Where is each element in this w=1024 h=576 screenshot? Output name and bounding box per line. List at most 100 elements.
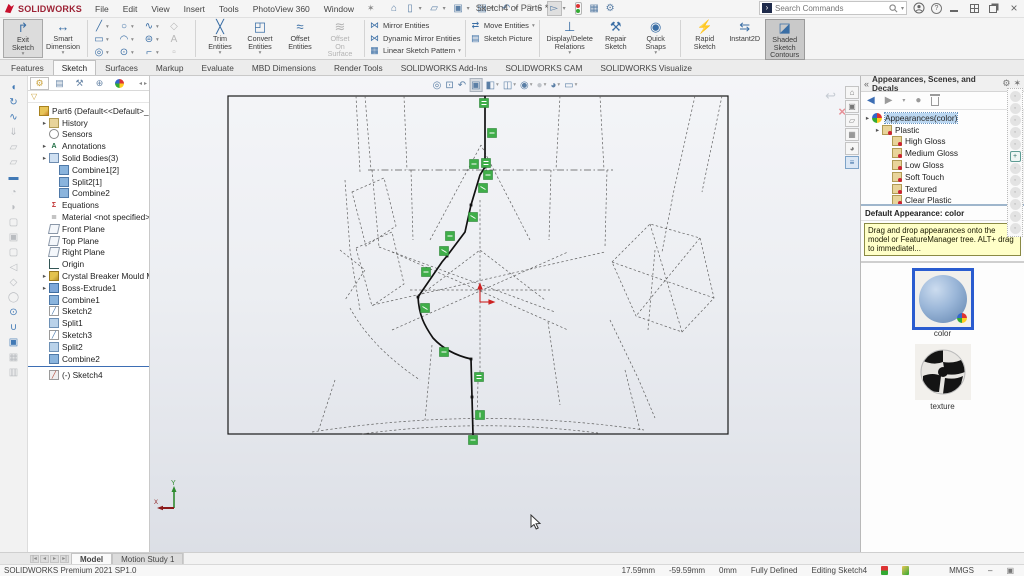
- tree-row[interactable]: ▸ Split1: [28, 317, 149, 329]
- convert-entities-button[interactable]: ◰Convert Entities▾: [240, 19, 280, 56]
- tool-icon[interactable]: ↻: [5, 95, 23, 109]
- new-document-icon[interactable]: ▯: [403, 1, 418, 16]
- ellipse-tool[interactable]: ⊜▾: [142, 33, 166, 46]
- fillet-tool[interactable]: ⌐▾: [142, 46, 166, 59]
- tool-icon[interactable]: ▢: [5, 245, 23, 259]
- tool-icon[interactable]: ▱: [5, 155, 23, 169]
- shaded-sketch-contours-button[interactable]: ◪Shaded Sketch Contours: [765, 19, 805, 60]
- tool-icon[interactable]: ◔: [5, 185, 23, 199]
- tree-row[interactable]: ▸ ≣ Material <not specified>: [28, 211, 149, 223]
- spline-tool[interactable]: ∿▾: [142, 20, 166, 33]
- menu-item[interactable]: Insert: [177, 4, 212, 14]
- tool-icon[interactable]: ∿: [5, 110, 23, 124]
- tree-row[interactable]: ▸ Front Plane: [28, 223, 149, 235]
- tool-icon[interactable]: ∪: [5, 320, 23, 334]
- sketch-canvas[interactable]: [150, 76, 860, 552]
- appearance-tree-row[interactable]: ▸ Clear Plastic: [861, 195, 1024, 206]
- tree-row[interactable]: ▸ ╱ Sketch3: [28, 329, 149, 341]
- exit-sketch-button[interactable]: ↱ Exit Sketch ▾: [3, 19, 43, 58]
- menu-item[interactable]: Window: [317, 4, 361, 14]
- search-scope-icon[interactable]: ›: [762, 3, 772, 13]
- command-tab[interactable]: SOLIDWORKS Add-Ins: [392, 60, 497, 75]
- model-tab[interactable]: Motion Study 1: [112, 553, 183, 564]
- tool-icon[interactable]: ▬: [5, 170, 23, 184]
- tree-row[interactable]: ▸ Combine2: [28, 353, 149, 365]
- command-tab[interactable]: Features: [2, 60, 53, 75]
- tool-icon[interactable]: ▢: [5, 215, 23, 229]
- menu-item[interactable]: Edit: [116, 4, 145, 14]
- command-tab[interactable]: SOLIDWORKS Visualize: [591, 60, 701, 75]
- tree-row[interactable]: ▸ Solid Bodies(3): [28, 152, 149, 164]
- move-crosshair-icon[interactable]: +: [1010, 151, 1021, 162]
- display-delete-relations-button[interactable]: ⊥Display/Delete Relations▾: [544, 19, 596, 56]
- pin-menu-icon[interactable]: ✶: [361, 3, 381, 14]
- color-appearance-thumb[interactable]: color: [915, 271, 971, 338]
- tool-icon[interactable]: ▦: [5, 350, 23, 364]
- appearance-tree-row[interactable]: ▸ Appearances(color): [861, 112, 1024, 124]
- search-commands-box[interactable]: › ▾: [759, 1, 907, 15]
- tree-row[interactable]: ▸ Boss-Extrude1: [28, 282, 149, 294]
- prev-tab-icon[interactable]: ◂: [40, 555, 49, 563]
- sketch-picture-button[interactable]: ▤Sketch Picture: [470, 33, 532, 44]
- tree-row[interactable]: [28, 366, 149, 369]
- minimize-icon[interactable]: [946, 1, 962, 15]
- tree-row[interactable]: ▸ Sensors: [28, 129, 149, 141]
- collapse-pane-icon[interactable]: «: [864, 79, 869, 89]
- horizontal-scroll-area[interactable]: [183, 553, 1024, 564]
- trim-entities-button[interactable]: ╳Trim Entities▾: [200, 19, 240, 56]
- select-dropdown[interactable]: ▾: [563, 5, 570, 12]
- open-icon[interactable]: ▱: [427, 1, 442, 16]
- tool-icon[interactable]: ◖: [5, 80, 23, 94]
- tab-displaymanager[interactable]: [110, 77, 129, 90]
- quick-tips-icon[interactable]: [902, 566, 909, 575]
- performance-feedback-icon[interactable]: [571, 1, 586, 16]
- linear-pattern-button[interactable]: ▦Linear Sketch Pattern▾: [369, 45, 461, 56]
- tab-dimxpertmanager[interactable]: ⊕: [90, 77, 109, 90]
- polygon-tool[interactable]: ◇: [167, 20, 191, 33]
- offset-entities-button[interactable]: ≈Offset Entities: [280, 19, 320, 50]
- slot-tool[interactable]: ◎▾: [92, 46, 116, 59]
- restore-icon[interactable]: [986, 1, 1002, 15]
- tree-row[interactable]: ▸ History: [28, 117, 149, 129]
- repair-sketch-button[interactable]: ⚒Repair Sketch: [596, 19, 636, 50]
- dynamic-mirror-button[interactable]: ⋈Dynamic Mirror Entities: [369, 33, 461, 44]
- tree-row[interactable]: ▸ ╱ Sketch2: [28, 306, 149, 318]
- search-input[interactable]: [775, 4, 886, 13]
- back-icon[interactable]: ◀: [867, 95, 875, 106]
- appearance-tree-row[interactable]: ▸ High Gloss: [861, 136, 1024, 148]
- units-dropdown[interactable]: –: [988, 566, 992, 575]
- appearance-tree-row[interactable]: ▸ Plastic: [861, 124, 1024, 136]
- command-tab[interactable]: Render Tools: [325, 60, 392, 75]
- confirmation-corner-icon[interactable]: ↩: [825, 88, 836, 104]
- command-tab[interactable]: Markup: [147, 60, 193, 75]
- login-user-icon[interactable]: [911, 1, 927, 15]
- tree-row[interactable]: ▸ Combine2: [28, 188, 149, 200]
- appearance-tree-row[interactable]: ▸ Low Gloss: [861, 159, 1024, 171]
- search-icon[interactable]: [889, 4, 898, 13]
- tool-icon[interactable]: ▣: [5, 335, 23, 349]
- texture-appearance-thumb[interactable]: texture: [915, 344, 971, 411]
- tree-row[interactable]: ▸ ╱ (-) Sketch4: [28, 370, 149, 382]
- tree-row[interactable]: ▸ Part6 (Default<<Default>_Display Sta: [28, 105, 149, 117]
- command-tab[interactable]: SOLIDWORKS CAM: [496, 60, 591, 75]
- tree-filter[interactable]: ▽: [28, 91, 149, 103]
- tree-row[interactable]: ▸ Combine1: [28, 294, 149, 306]
- circle-tool[interactable]: ○▾: [117, 20, 141, 33]
- help-icon[interactable]: ?: [931, 3, 942, 14]
- menu-item[interactable]: View: [144, 4, 176, 14]
- tab-pane-icon[interactable]: ▣: [1006, 566, 1014, 575]
- graphics-area[interactable]: ◎⊡↶▣◧▾◫▾◉▾●▾◕▾▭▾ ↩ × ⌂▣▱▦◕≡: [150, 76, 860, 552]
- next-tab-icon[interactable]: ▸: [50, 555, 59, 563]
- tool-icon[interactable]: ⊙: [5, 305, 23, 319]
- tree-row[interactable]: ▸ Split2: [28, 341, 149, 353]
- save-dropdown[interactable]: ▾: [467, 5, 474, 12]
- tree-row[interactable]: ▸ Crystal Breaker Mould Model -> (: [28, 270, 149, 282]
- tree-row[interactable]: ▸ Right Plane: [28, 247, 149, 259]
- first-tab-icon[interactable]: |◂: [30, 555, 39, 563]
- command-tab[interactable]: MBD Dimensions: [243, 60, 325, 75]
- offset-on-surface-button[interactable]: ≋Offset On Surface: [320, 19, 360, 58]
- history-dropdown-icon[interactable]: ▾: [902, 97, 905, 104]
- command-tab[interactable]: Sketch: [53, 60, 96, 75]
- tree-row[interactable]: ▸ Origin: [28, 258, 149, 270]
- menu-item[interactable]: PhotoView 360: [246, 4, 317, 14]
